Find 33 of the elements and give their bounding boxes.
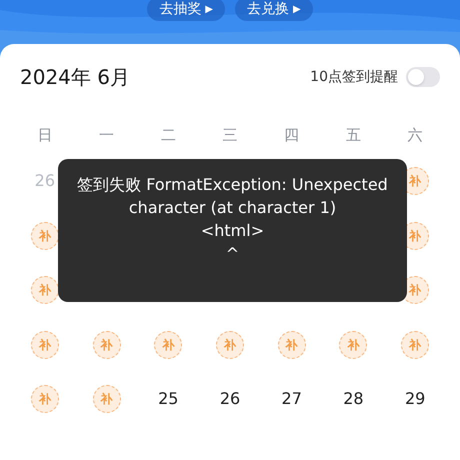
weekday-label: 四 bbox=[284, 125, 300, 146]
makeup-sign-badge[interactable]: 补 bbox=[92, 330, 121, 359]
toast-message: <html> bbox=[200, 220, 264, 242]
makeup-sign-badge[interactable]: 补 bbox=[30, 385, 59, 414]
makeup-sign-badge[interactable]: 补 bbox=[30, 276, 59, 304]
toast-message: 签到失败 FormatException: Unexpected bbox=[77, 174, 388, 196]
toast-message: character (at character 1) bbox=[128, 197, 336, 219]
day-number[interactable]: 26 bbox=[34, 169, 56, 194]
reminder-label: 10点签到提醒 bbox=[310, 68, 398, 86]
link-button[interactable]: 去兑换 ▶ bbox=[235, 0, 313, 21]
makeup-sign-badge[interactable]: 补 bbox=[216, 330, 244, 359]
makeup-sign-badge[interactable]: 补 bbox=[339, 330, 368, 359]
reminder-toggle[interactable] bbox=[406, 67, 440, 87]
day-number[interactable]: 26 bbox=[220, 387, 240, 412]
link-button[interactable]: 去抽奖 ▶ bbox=[147, 0, 225, 21]
weekday-label: 三 bbox=[222, 125, 238, 146]
weekday-label: 一 bbox=[99, 125, 114, 146]
day-number[interactable]: 25 bbox=[158, 387, 178, 412]
makeup-sign-badge[interactable]: 补 bbox=[154, 330, 182, 359]
day-number[interactable]: 28 bbox=[343, 387, 364, 412]
makeup-sign-badge[interactable]: 补 bbox=[278, 330, 306, 359]
makeup-sign-badge[interactable]: 补 bbox=[30, 330, 59, 359]
makeup-sign-badge[interactable]: 补 bbox=[401, 330, 430, 359]
day-number[interactable]: 27 bbox=[282, 387, 302, 412]
weekday-label: 五 bbox=[346, 125, 361, 146]
makeup-sign-badge[interactable]: 补 bbox=[30, 222, 59, 250]
weekday-label: 二 bbox=[160, 125, 176, 146]
toast-message: ^ bbox=[226, 243, 240, 265]
weekday-label: 日 bbox=[37, 125, 52, 146]
weekday-label: 六 bbox=[408, 125, 423, 146]
makeup-sign-badge[interactable]: 补 bbox=[92, 385, 121, 414]
month-title: 2024年 6月 bbox=[20, 64, 130, 91]
day-number[interactable]: 29 bbox=[404, 387, 426, 412]
